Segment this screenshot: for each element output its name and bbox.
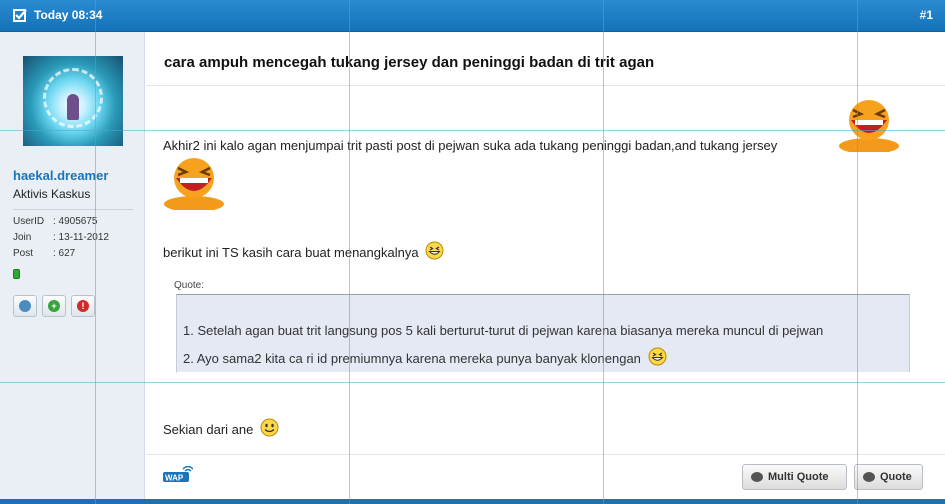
online-status-icon xyxy=(13,269,20,279)
post-count-row: Post : 627 xyxy=(13,248,75,259)
user-sidebar: haekal.dreamer Aktivis Kaskus UserID : 49… xyxy=(0,32,145,504)
checkbox-icon xyxy=(13,9,27,22)
smile-emoticon xyxy=(260,418,279,437)
laugh-emoticon xyxy=(839,100,899,152)
quote-button-label: Quote xyxy=(880,471,912,483)
eye-icon xyxy=(19,300,31,312)
svg-text:WAP: WAP xyxy=(165,474,184,483)
quote-line-2: 2. Ayo sama2 kita ca ri id premiumnya ka… xyxy=(183,347,667,366)
speech-bubble-icon xyxy=(863,472,875,482)
post-header-bar: Today 08:34 #1 xyxy=(0,0,945,32)
post-paragraph-3: Sekian dari ane xyxy=(163,418,279,437)
post-paragraph-1: Akhir2 ini kalo agan menjumpai trit past… xyxy=(163,138,778,153)
quote-button[interactable]: Quote xyxy=(854,464,923,490)
quote-box: 1. Setelah agan buat trit langsung pos 5… xyxy=(176,294,910,373)
multi-quote-button[interactable]: Multi Quote xyxy=(742,464,847,490)
title-divider xyxy=(146,85,945,86)
report-button[interactable]: ! xyxy=(71,295,95,317)
grin-emoticon xyxy=(425,241,444,260)
user-rank: Aktivis Kaskus xyxy=(13,187,91,201)
plus-icon: + xyxy=(48,300,60,312)
footer-divider xyxy=(146,454,945,455)
userid-value: : 4905675 xyxy=(53,216,98,227)
post-count-value: : 627 xyxy=(53,248,76,259)
speech-bubbles-icon xyxy=(751,472,763,482)
grin-emoticon xyxy=(648,347,667,366)
post-number-link[interactable]: #1 xyxy=(920,8,933,22)
view-profile-button[interactable] xyxy=(13,295,37,317)
bottom-bar xyxy=(0,499,945,504)
multi-quote-label: Multi Quote xyxy=(768,471,829,483)
username-link[interactable]: haekal.dreamer xyxy=(13,168,108,183)
post-paragraph-3-text: Sekian dari ane xyxy=(163,422,254,437)
quote-line-2-text: 2. Ayo sama2 kita ca ri id premiumnya ka… xyxy=(183,351,641,366)
quote-line-1: 1. Setelah agan buat trit langsung pos 5… xyxy=(183,323,824,338)
post-date: Today 08:34 xyxy=(34,8,103,22)
post-paragraph-2: berikut ini TS kasih cara buat menangkal… xyxy=(163,241,444,260)
userid-row: UserID : 4905675 xyxy=(13,216,98,227)
join-value: : 13-11-2012 xyxy=(53,232,109,243)
join-label: Join xyxy=(13,232,32,243)
laugh-emoticon xyxy=(164,158,224,210)
join-row: Join : 13-11-2012 xyxy=(13,232,109,243)
wap-icon: WAP xyxy=(163,466,193,482)
divider xyxy=(13,209,133,210)
post-title: cara ampuh mencegah tukang jersey dan pe… xyxy=(164,54,655,71)
alert-icon: ! xyxy=(77,300,89,312)
post-count-label: Post xyxy=(13,248,34,259)
avatar[interactable] xyxy=(23,56,123,146)
add-reputation-button[interactable]: + xyxy=(42,295,66,317)
quote-label: Quote: xyxy=(174,280,205,291)
post-content: cara ampuh mencegah tukang jersey dan pe… xyxy=(146,32,945,504)
post-paragraph-2-text: berikut ini TS kasih cara buat menangkal… xyxy=(163,245,419,260)
userid-label: UserID xyxy=(13,216,45,227)
